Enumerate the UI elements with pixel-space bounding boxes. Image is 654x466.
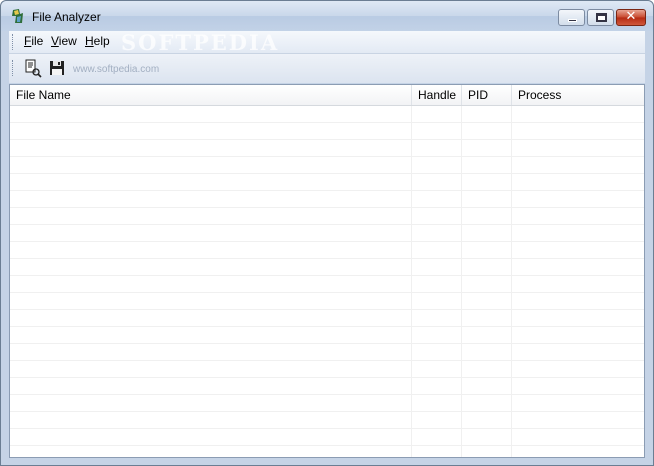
maximize-icon [596,13,607,22]
list-rows [10,106,644,457]
empty-list-row [10,106,644,123]
empty-list-row [10,123,644,140]
menu-help[interactable]: Help [85,34,110,48]
empty-list-row [10,310,644,327]
column-header-process[interactable]: Process [512,85,644,105]
empty-list-row [10,412,644,429]
save-disk-icon[interactable] [47,58,67,78]
softpedia-watermark-logo: SOFTPEDIA [121,30,280,55]
column-header-handle[interactable]: Handle [412,85,462,105]
empty-list-row [10,191,644,208]
empty-list-row [10,327,644,344]
column-header-file-name[interactable]: File Name [10,85,412,105]
menu-grip [12,34,15,50]
empty-list-row [10,293,644,310]
empty-list-row [10,242,644,259]
empty-list-row [10,174,644,191]
open-file-icon[interactable] [23,58,43,78]
title-bar[interactable]: File Analyzer ✕ [1,1,653,31]
empty-list-row [10,429,644,446]
empty-list-row [10,157,644,174]
column-header-pid[interactable]: PID [462,85,512,105]
empty-list-row [10,140,644,157]
minimize-button[interactable] [558,9,585,26]
close-icon: ✕ [625,9,637,24]
list-header: File Name Handle PID Process [10,85,644,106]
empty-list-row [10,225,644,242]
maximize-button[interactable] [587,9,614,26]
softpedia-watermark-url: www.softpedia.com [73,64,160,75]
empty-list-row [10,259,644,276]
minimize-icon [568,19,577,22]
app-icon [12,9,23,23]
empty-list-row [10,208,644,225]
empty-list-row [10,395,644,412]
app-window: File Analyzer ✕ File View Help SOFTPEDIA [0,0,654,466]
empty-list-row [10,276,644,293]
toolbar-grip [12,60,15,76]
file-list[interactable]: File Name Handle PID Process [9,84,645,458]
menu-bar: File View Help [9,31,645,54]
window-title: File Analyzer [32,10,101,24]
empty-list-row [10,361,644,378]
close-button[interactable]: ✕ [616,9,646,26]
menu-view[interactable]: View [51,34,77,48]
empty-list-row [10,344,644,361]
empty-list-row [10,446,644,457]
empty-list-row [10,378,644,395]
menu-file[interactable]: File [24,34,43,48]
